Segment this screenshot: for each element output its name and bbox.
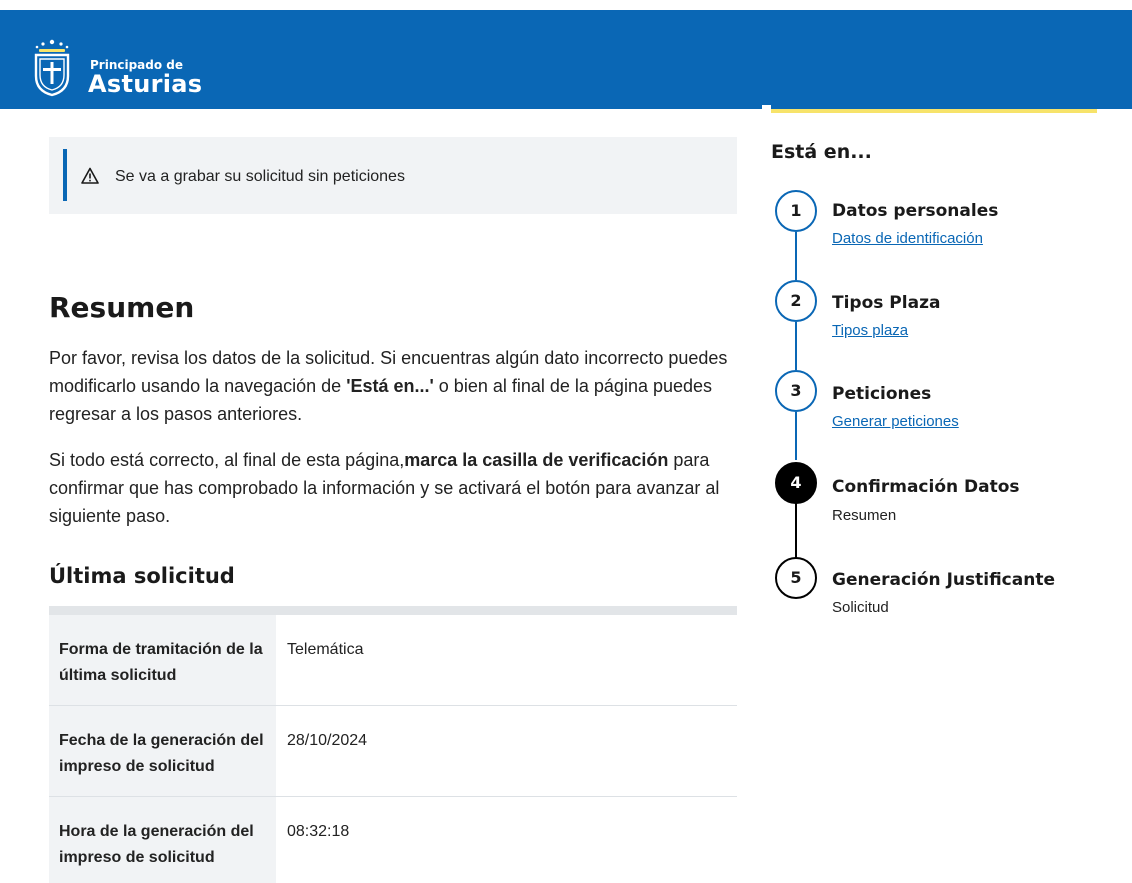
step-5-sub: Solicitud (832, 599, 889, 616)
site-header: Principado de Asturias (0, 10, 1132, 109)
step-connector (795, 232, 797, 280)
step-3-link[interactable]: Generar peticiones (832, 413, 959, 430)
row-value: 28/10/2024 (287, 732, 368, 749)
step-2-link[interactable]: Tipos plaza (832, 322, 908, 339)
step-4-sub: Resumen (832, 507, 897, 524)
step-connector (795, 412, 797, 460)
step-connector (795, 322, 797, 370)
instructions-text-bold: marca la casilla de verificación (404, 450, 669, 470)
accent-strip (771, 109, 1097, 113)
step-5-title: Generación Justificante (832, 570, 1055, 590)
table-row: Forma de tramitación de la última solici… (49, 615, 737, 706)
table-header-bar (49, 606, 737, 615)
step-1-circle: 1 (775, 190, 817, 232)
step-5-circle: 5 (775, 557, 817, 599)
step-3-circle: 3 (775, 370, 817, 412)
row-label: Hora de la generación del impreso de sol… (49, 797, 276, 883)
intro-paragraph: Por favor, revisa los datos de la solici… (49, 344, 749, 428)
step-4-circle: 4 (775, 462, 817, 504)
stepper-title: Está en... (771, 141, 872, 163)
page-title: Resumen (49, 291, 195, 324)
row-value: 08:32:18 (287, 823, 350, 840)
section-title: Última solicitud (49, 564, 235, 588)
top-strip (0, 0, 1132, 10)
summary-table: Forma de tramitación de la última solici… (49, 606, 737, 883)
row-label: Fecha de la generación del impreso de so… (49, 706, 276, 796)
row-value: Telemática (287, 641, 364, 658)
step-connector (795, 502, 797, 560)
header-gap (762, 105, 771, 109)
principado-logo[interactable]: Principado de Asturias (30, 36, 210, 106)
intro-text-bold: 'Está en...' (346, 376, 434, 396)
warning-alert: Se va a grabar su solicitud sin peticion… (49, 137, 737, 214)
step-4-title: Confirmación Datos (832, 477, 1020, 497)
asturias-shield-icon (34, 39, 70, 97)
step-2-title: Tipos Plaza (832, 293, 941, 313)
warning-triangle-icon (81, 167, 99, 184)
logo-text-big: Asturias (88, 70, 203, 98)
alert-message: Se va a grabar su solicitud sin peticion… (115, 168, 405, 185)
instructions-paragraph: Si todo está correcto, al final de esta … (49, 446, 749, 530)
alert-accent-bar (63, 149, 67, 201)
row-label: Forma de tramitación de la última solici… (49, 615, 276, 705)
table-row: Fecha de la generación del impreso de so… (49, 706, 737, 797)
table-row: Hora de la generación del impreso de sol… (49, 797, 737, 883)
instructions-text-a: Si todo está correcto, al final de esta … (49, 450, 405, 470)
step-2-circle: 2 (775, 280, 817, 322)
step-3-title: Peticiones (832, 384, 932, 404)
step-1-link[interactable]: Datos de identificación (832, 230, 983, 247)
step-1-title: Datos personales (832, 201, 999, 221)
